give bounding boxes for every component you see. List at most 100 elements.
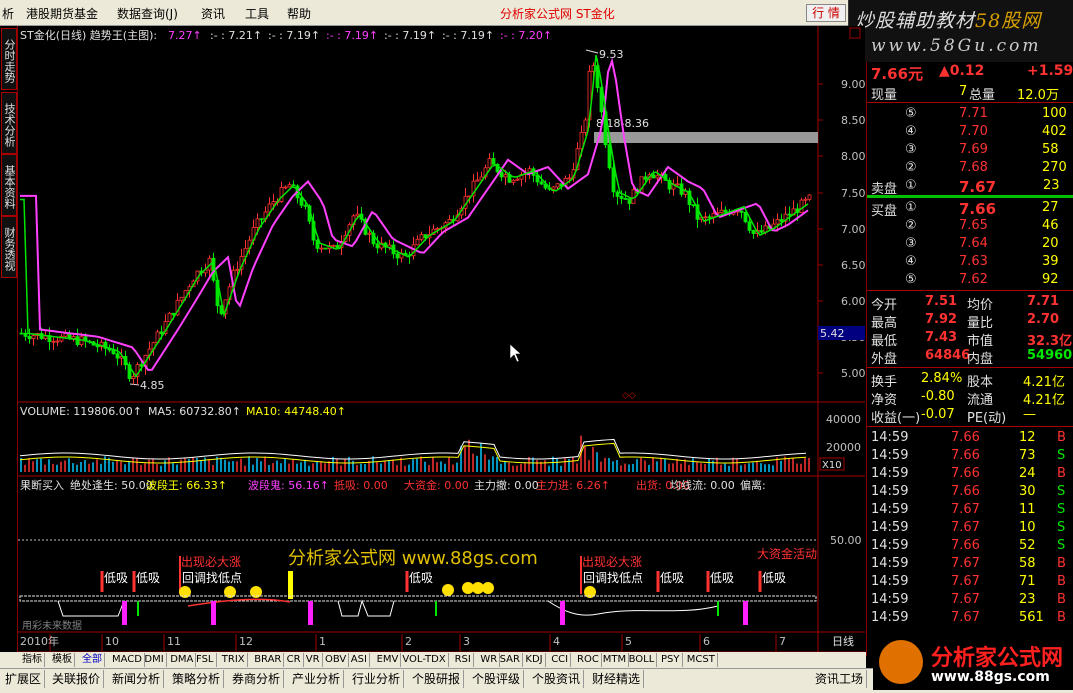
extension-tab[interactable]: 个股评级	[469, 670, 525, 688]
stat-row[interactable]: 今开 7.51 均价 7.71	[867, 293, 1073, 313]
signal-dazijin: 大资金活动	[757, 546, 817, 561]
tick-row[interactable]: 14:59 7.67 561 B	[867, 609, 1073, 627]
tick-row[interactable]: 14:59 7.67 58 B	[867, 555, 1073, 573]
period-label[interactable]: 日线	[832, 634, 854, 648]
extension-tab[interactable]: 策略分析	[169, 670, 225, 688]
extension-tab[interactable]: 产业分析	[289, 670, 345, 688]
extension-tab[interactable]: 资讯工场	[812, 670, 868, 688]
indicator-tab[interactable]: MACD	[110, 653, 145, 667]
signal-huitiao-2: 回调找低点	[583, 571, 643, 585]
bid-row[interactable]: 买盘 ① 7.66 27	[867, 199, 1073, 219]
extension-tab[interactable]: 扩展区	[2, 670, 46, 688]
tick-price: 7.66	[951, 484, 980, 499]
indicator-tab[interactable]: BOLL	[627, 653, 658, 667]
stat-row[interactable]: 外盘 64846 内盘 54960	[867, 347, 1073, 367]
extension-tab[interactable]: 券商分析	[229, 670, 285, 688]
indicator-tab[interactable]: 模板	[50, 653, 75, 667]
indicator-tab[interactable]: DMI	[142, 653, 167, 667]
stat-row[interactable]: 最高 7.92 量比 2.70	[867, 311, 1073, 331]
bid-row[interactable]: ⑤ 7.62 92	[867, 271, 1073, 289]
tab-timeshare[interactable]: 分时走势	[1, 28, 17, 90]
menu-item-tools[interactable]: 工具	[245, 5, 269, 22]
tick-row[interactable]: 14:59 7.67 10 S	[867, 519, 1073, 537]
ask-volume: 23	[1043, 178, 1060, 193]
ask-price: 7.71	[959, 106, 988, 121]
menu-item-help[interactable]: 帮助	[287, 5, 311, 22]
tick-row[interactable]: 14:59 7.66 12 B	[867, 429, 1073, 447]
time-axis-tick: 3	[463, 635, 470, 648]
bid-row[interactable]: ② 7.65 46	[867, 217, 1073, 235]
tick-row[interactable]: 14:59 7.67 11 S	[867, 501, 1073, 519]
indicator-tab[interactable]: CCI	[549, 653, 572, 667]
extension-tab[interactable]: 新闻分析	[109, 670, 165, 688]
indicator-tab[interactable]: KDJ	[523, 653, 546, 667]
bid-volume: 46	[1042, 218, 1059, 233]
tick-row[interactable]: 14:59 7.66 24 B	[867, 465, 1073, 483]
ask-row[interactable]: ④ 7.70 402	[867, 123, 1073, 141]
tick-price: 7.66	[951, 448, 980, 463]
indicator-tab[interactable]: OBV	[323, 653, 350, 667]
menu-item-analysis[interactable]: 析	[2, 5, 14, 22]
indicator-tab[interactable]: MTM	[601, 653, 630, 667]
kline-chart[interactable]: ST金化(日线) 趋势王(主图): 7.27↑:- : 7.21↑:- : 7.…	[18, 26, 865, 656]
volume-row: 现量 7 总量 12.0万	[867, 83, 1073, 103]
indicator-tab[interactable]: CR	[285, 653, 304, 667]
menu-item-hk-futures[interactable]: 港股期货基金	[26, 5, 98, 22]
tick-row[interactable]: 14:59 7.66 73 S	[867, 447, 1073, 465]
tick-price: 7.67	[951, 502, 980, 517]
ask-row[interactable]: ⑤ 7.71 100	[867, 105, 1073, 123]
extension-tab[interactable]: 财经精选	[589, 670, 645, 688]
menu-item-data-query[interactable]: 数据查询(J)	[117, 5, 178, 22]
bid-row[interactable]: ③ 7.64 20	[867, 235, 1073, 253]
price-header-value: :- : 7.19↑	[268, 29, 320, 42]
tick-row[interactable]: 14:59 7.67 23 B	[867, 591, 1073, 609]
extension-tab[interactable]: 个股资讯	[529, 670, 585, 688]
indicator-tab[interactable]: VR	[304, 653, 323, 667]
indicator-item: 主力撤: 0.00	[474, 478, 539, 492]
price-header-label: ST金化(日线) 趋势王(主图):	[20, 28, 157, 42]
fin-row[interactable]: 收益(一) -0.07 PE(动) —	[867, 406, 1073, 426]
menu-item-news[interactable]: 资讯	[201, 5, 225, 22]
fin-row[interactable]: 换手 2.84% 股本 4.21亿	[867, 370, 1073, 390]
extension-tab[interactable]: 行业分析	[349, 670, 405, 688]
indicator-tab[interactable]: ROC	[575, 653, 602, 667]
price-header-value: :- : 7.20↑	[500, 29, 552, 42]
indicator-tab[interactable]: MCST	[685, 653, 718, 667]
resistance-band	[594, 132, 818, 143]
tick-row[interactable]: 14:59 7.66 52 S	[867, 537, 1073, 555]
ask-row[interactable]: ② 7.68 270	[867, 159, 1073, 177]
indicator-tab[interactable]: EMV	[375, 653, 402, 667]
ask-level: ④	[905, 124, 917, 139]
indicator-tab[interactable]: 指标	[20, 653, 45, 667]
indicator-tab[interactable]: TRIX	[220, 653, 248, 667]
indicator-tab[interactable]: VOL-TDX	[400, 653, 449, 667]
tab-technical[interactable]: 技术分析	[1, 92, 17, 154]
extension-tab[interactable]: 关联报价	[49, 670, 105, 688]
indicator-tabs: 指标 模板 全部 MACD DMI DMA FSL TRIX BRAR CR VR OBV ASI EMV…	[18, 652, 866, 668]
ask-row[interactable]: 卖盘 ① 7.67 23	[867, 177, 1073, 197]
indicator-tab[interactable]: FSL	[194, 653, 217, 667]
ask-volume: 58	[1042, 142, 1059, 157]
indicator-tab[interactable]: PSY	[659, 653, 683, 667]
extension-tab[interactable]: 个股研报	[409, 670, 465, 688]
fin-row[interactable]: 净资 -0.80 流通 4.21亿	[867, 388, 1073, 408]
bid-row[interactable]: ④ 7.63 39	[867, 253, 1073, 271]
tab-fundamental[interactable]: 基本资料	[1, 154, 17, 216]
indicator-tab[interactable]: BRAR	[252, 653, 285, 667]
indicator-tab[interactable]: 全部	[80, 653, 105, 667]
indicator-tab[interactable]: RSI	[453, 653, 474, 667]
tick-volume: 24	[1019, 466, 1036, 481]
tick-volume: 23	[1019, 592, 1036, 607]
ask-price: 7.67	[959, 178, 997, 196]
stat-row[interactable]: 最低 7.43 市值 32.3亿	[867, 329, 1073, 349]
quote-button[interactable]: 行 情	[806, 4, 846, 22]
tab-financial[interactable]: 财务透视	[1, 216, 17, 278]
indicator-tab[interactable]: DMA	[168, 653, 197, 667]
tick-row[interactable]: 14:59 7.66 30 S	[867, 483, 1073, 501]
ask-row[interactable]: ③ 7.69 58	[867, 141, 1073, 159]
indicator-tab[interactable]: ASI	[349, 653, 370, 667]
bid-price: 7.62	[959, 272, 988, 287]
indicator-tab[interactable]: SAR	[498, 653, 523, 667]
tick-row[interactable]: 14:59 7.67 71 B	[867, 573, 1073, 591]
tick-volume: 10	[1019, 520, 1036, 535]
